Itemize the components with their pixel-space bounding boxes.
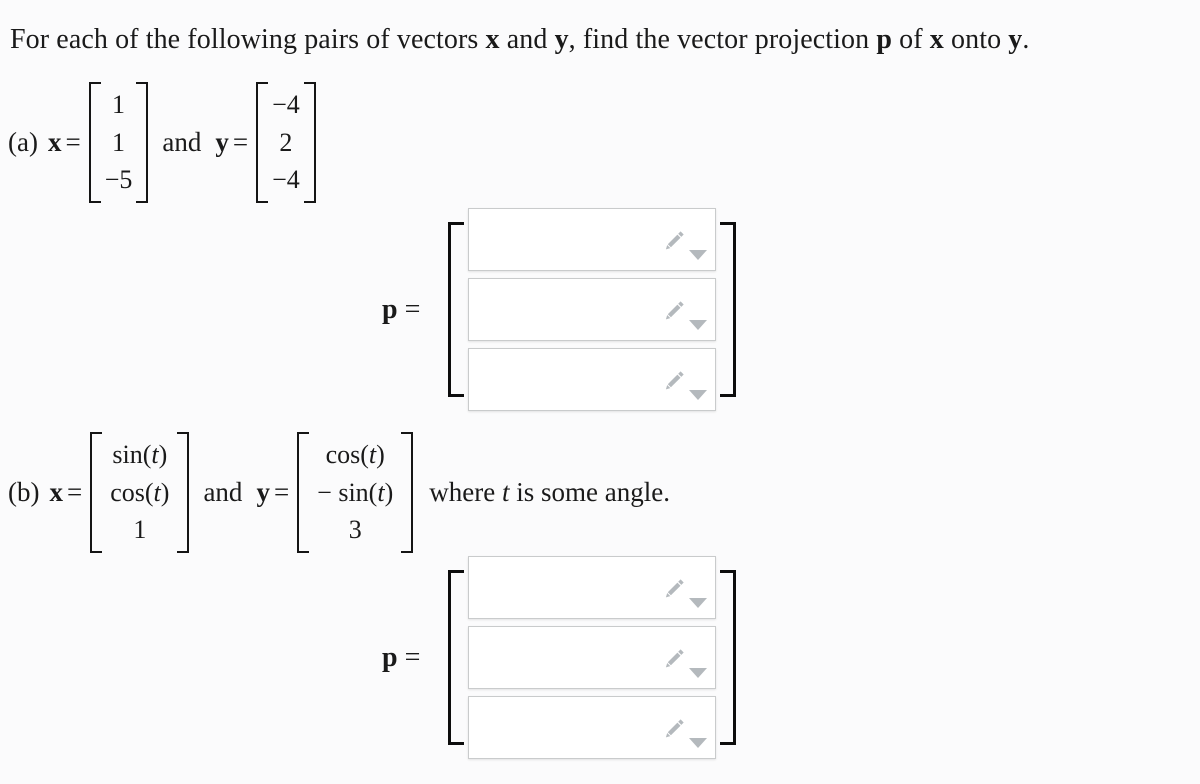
prompt-text-part-1: For each of the following pairs of vecto… [10,24,486,55]
vector-x-symbol-2: x [929,24,944,55]
matrix-entry: 1 [133,515,147,545]
caret-down-icon[interactable] [689,390,708,400]
problem-b-x-symbol: x [49,477,63,508]
problem-b-y-matrix: cos(t) − sin(t) 3 [297,432,414,554]
problem-b-x-matrix: sin(t) cos(t) 1 [90,432,190,554]
vector-p-symbol: p [876,24,893,55]
answer-b-equals: = [404,641,421,673]
problem-a-y-equals: = [232,127,249,158]
pencil-icon[interactable] [661,228,687,259]
right-bracket [720,222,737,397]
answer-b-matrix-brackets [442,556,742,759]
right-bracket [720,570,737,745]
matrix-entry: 1 [112,127,126,157]
vector-y-symbol-2: y [1008,24,1023,55]
vector-x-symbol: x [485,24,500,55]
answer-a-p-label: p = [382,294,420,326]
problem-a-conjunction: and [162,127,202,158]
answer-input-b1[interactable] [468,556,717,619]
answer-a-matrix-brackets [442,208,742,411]
problem-a-label: (a) [8,127,38,158]
matrix-entry: 1 [112,90,126,119]
problem-a-y-matrix: −4 2 −4 [256,82,316,204]
matrix-entry: 3 [348,515,362,545]
answer-group-a: p = [382,208,742,411]
field-tools-a3 [661,368,708,402]
pencil-icon[interactable] [661,298,687,329]
problem-a-x-equals: = [65,127,81,158]
matrix-entry: −5 [104,165,133,195]
field-tools-b1 [661,576,708,610]
pencil-icon[interactable] [661,716,687,747]
matrix-entry: − sin(t) [317,477,394,507]
answer-a-p-symbol: p [382,293,398,325]
caret-down-icon[interactable] [689,320,708,330]
problem-b-y-equals: = [273,477,290,508]
problem-b: (b) x = sin(t) cos(t) 1 and y = cos(t) −… [8,432,670,554]
answer-input-b2[interactable] [468,626,717,689]
field-tools-b2 [661,646,708,680]
problem-b-y-symbol: y [256,477,270,508]
problem-a-x-symbol: x [47,127,62,158]
matrix-entry: −4 [272,90,300,119]
problem-b-label: (b) [8,477,40,508]
caret-down-icon[interactable] [689,598,708,608]
caret-down-icon[interactable] [689,738,708,748]
prompt-text-part-6: . [1022,24,1030,55]
answer-group-b: p = [382,556,742,759]
problem-b-x-equals: = [66,477,83,508]
matrix-entry: cos(t) [110,477,170,507]
answer-input-a3[interactable] [468,348,717,411]
answer-a-equals: = [404,293,421,325]
answer-input-a1[interactable] [468,208,717,271]
prompt-text-part-2: and [499,24,555,55]
field-tools-a1 [661,228,708,262]
vector-y-symbol: y [554,24,569,55]
problem-a: (a) x = 1 1 −5 and y = −4 2 −4 [8,82,316,204]
caret-down-icon[interactable] [689,250,708,260]
question-prompt: For each of the following pairs of vecto… [10,24,1030,56]
matrix-entry: sin(t) [112,440,168,469]
answer-b-p-symbol: p [382,641,398,673]
pencil-icon[interactable] [661,576,687,607]
problem-a-y-symbol: y [215,127,229,158]
left-bracket [448,570,465,745]
answer-input-b3[interactable] [468,696,717,759]
pencil-icon[interactable] [661,368,687,399]
problem-b-conjunction: and [203,477,243,508]
matrix-entry: −4 [272,165,300,195]
answer-b-p-label: p = [382,642,420,674]
pencil-icon[interactable] [661,646,687,677]
prompt-text-part-3: , find the vector projection [568,24,877,55]
prompt-text-part-5: onto [943,24,1009,55]
field-tools-b3 [661,716,708,750]
problem-b-trailing-text: where t is some angle. [429,477,670,508]
matrix-entry: 2 [279,127,293,157]
left-bracket [448,222,465,397]
caret-down-icon[interactable] [689,668,708,678]
answer-input-a2[interactable] [468,278,717,341]
prompt-text-part-4: of [892,24,930,55]
problem-a-x-matrix: 1 1 −5 [88,82,149,204]
field-tools-a2 [661,298,708,332]
matrix-entry: cos(t) [325,440,385,469]
